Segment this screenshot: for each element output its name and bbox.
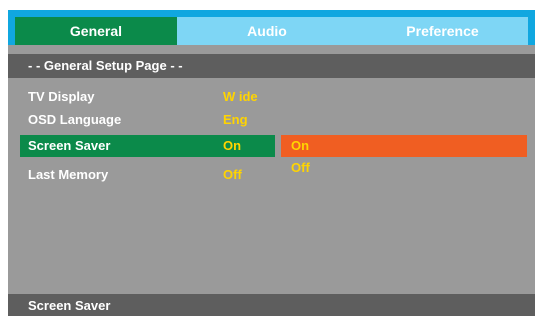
- setting-label: Last Memory: [28, 167, 109, 182]
- setting-label: Screen Saver: [28, 138, 111, 153]
- tab-row: General Audio Preference: [15, 17, 528, 45]
- page-title: - - General Setup Page - -: [8, 54, 535, 78]
- setting-value: Off: [223, 167, 242, 182]
- option-list: On Off: [281, 135, 527, 179]
- option-on[interactable]: On: [281, 135, 527, 157]
- option-off[interactable]: Off: [281, 157, 527, 179]
- setting-value: On: [223, 138, 242, 153]
- setting-value: W ide: [223, 89, 258, 104]
- setup-menu-screen: General Audio Preference - - General Set…: [8, 10, 535, 316]
- tab-audio[interactable]: Audio: [177, 17, 357, 45]
- tab-general[interactable]: General: [15, 17, 177, 45]
- tab-preference[interactable]: Preference: [357, 17, 528, 45]
- setting-label: TV Display: [28, 89, 95, 104]
- help-bar: Screen Saver: [8, 294, 535, 316]
- setting-value: Eng: [223, 112, 248, 127]
- tab-bar: General Audio Preference: [8, 10, 535, 45]
- setting-label: OSD Language: [28, 112, 122, 127]
